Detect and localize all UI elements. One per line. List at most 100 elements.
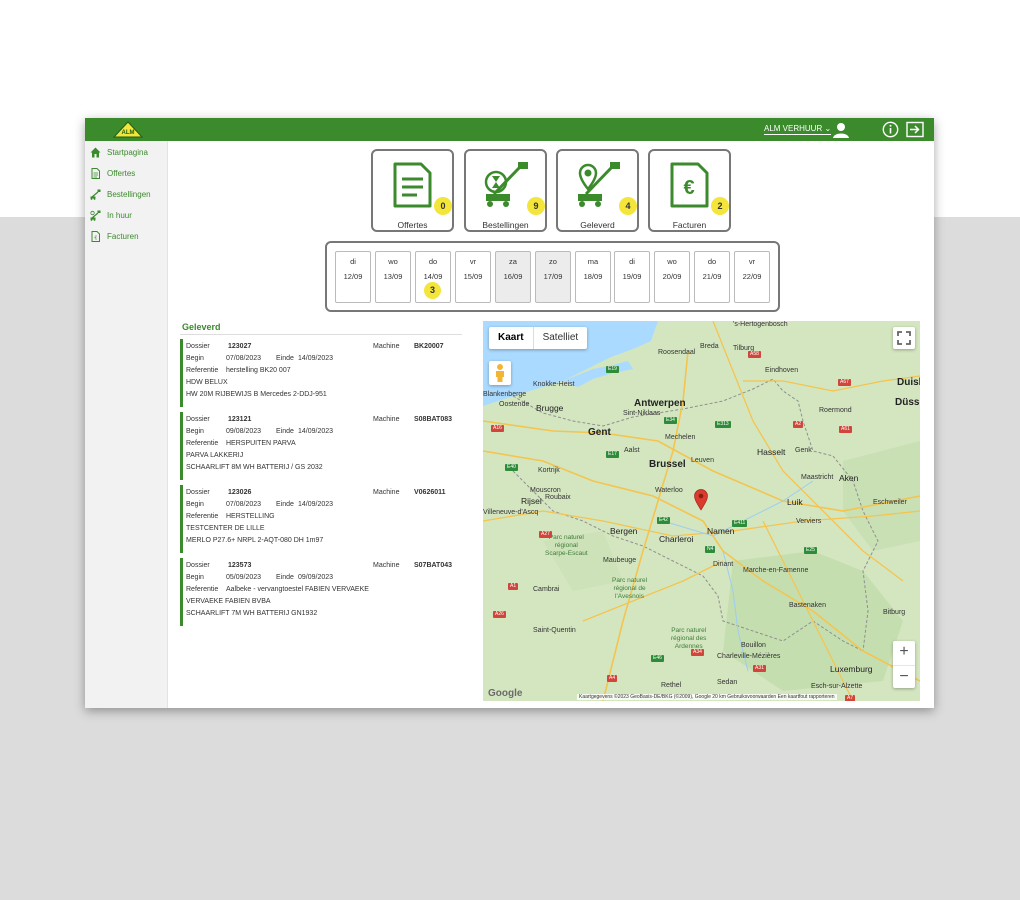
einde-value: 09/09/2023 [298, 574, 334, 581]
dossier-value: 123121 [228, 416, 252, 423]
calendar-date: 19/09 [622, 272, 642, 281]
map-label: Leuven [691, 457, 714, 464]
map-park-label: Parc naturel régional des Ardennes [671, 627, 707, 650]
delivery-entry[interactable]: Dossier 123121 Machine S08BAT083 Begin 0… [180, 412, 465, 480]
calendar-day[interactable]: zo 17/09 [535, 251, 571, 303]
einde-label: Einde [276, 574, 294, 581]
map-label: Mouscron [530, 487, 561, 494]
map-attribution[interactable]: Kaartgegevens ©2023 GeoBasis-DE/BKG (©20… [577, 694, 837, 700]
map-label: Charleroi [659, 534, 694, 544]
calendar-weekday: wo [667, 257, 677, 266]
map-road-shield: A16 [491, 425, 504, 432]
info-icon[interactable] [882, 121, 899, 138]
sidebar-item-offertes[interactable]: Offertes [85, 165, 167, 183]
calendar-day[interactable]: do 14/09 3 [415, 251, 451, 303]
street-view-button[interactable] [489, 361, 511, 385]
map-label: Saint-Quentin [533, 627, 576, 634]
map-label: Luik [787, 497, 803, 507]
referentie-label: Referentie [186, 367, 219, 374]
calendar-day[interactable]: di 12/09 [335, 251, 371, 303]
sidebar-item-label: In huur [107, 211, 132, 220]
map-label: Maubeuge [603, 557, 637, 564]
map-road-shield: A34 [691, 649, 704, 656]
machine-value: V0626011 [414, 489, 446, 496]
dossier-label: Dossier [186, 489, 210, 496]
user-icon[interactable] [832, 121, 850, 139]
map-label: Roosendaal [658, 349, 696, 356]
sidebar: Startpagina Offertes Bestellingen In huu… [85, 141, 168, 708]
sidebar-item-in-huur[interactable]: In huur [85, 207, 167, 225]
map-label: Eschweiler [873, 499, 907, 506]
referentie-value: Aalbeke - vervangtoestel FABIEN VERVAEKE [226, 586, 369, 593]
delivery-entry[interactable]: Dossier 123027 Machine BK20007 Begin 07/… [180, 339, 465, 407]
dossier-label: Dossier [186, 343, 210, 350]
calendar-day[interactable]: wo 13/09 [375, 251, 411, 303]
map-road-shield: E313 [715, 421, 731, 428]
delivery-entry[interactable]: Dossier 123026 Machine V0626011 Begin 07… [180, 485, 465, 553]
map-label: Genk [795, 447, 812, 454]
calendar-day[interactable]: vr 22/09 [734, 251, 770, 303]
calendar-date: 21/09 [702, 272, 722, 281]
home-icon [90, 147, 101, 158]
user-menu[interactable]: ALM VERHUUR ⌄ [764, 124, 832, 135]
calendar-day[interactable]: za 16/09 [495, 251, 531, 303]
machine-description: MERLO P27.6+ NRPL 2-AQT-080 DH 1m97 [186, 537, 324, 544]
map-road-shield: N4 [705, 546, 716, 553]
tile-geleverd[interactable]: 4 Geleverd [556, 149, 639, 232]
map-label: Kortrijk [538, 467, 560, 474]
tile-facturen[interactable]: € 2 Facturen [648, 149, 731, 232]
map-label: Cambrai [533, 586, 560, 593]
map-label: Breda [700, 343, 719, 350]
calendar-day[interactable]: di 19/09 [614, 251, 650, 303]
map-label: Dinant [713, 561, 734, 568]
begin-value: 09/08/2023 [226, 428, 262, 435]
map-road-shield: E25 [804, 547, 817, 554]
map-road-shield: E411 [732, 520, 748, 527]
calendar-day[interactable]: vr 15/09 [455, 251, 491, 303]
sidebar-item-facturen[interactable]: € Facturen [85, 228, 167, 246]
sidebar-item-label: Offertes [107, 169, 136, 178]
machine-description: HW 20M RIJBEWIJS B Mercedes 2-DDJ-951 [186, 391, 327, 398]
sidebar-item-bestellingen[interactable]: Bestellingen [85, 186, 167, 204]
fullscreen-button[interactable] [893, 327, 915, 349]
customer-name: TESTCENTER DE LILLE [186, 525, 265, 532]
calendar-day[interactable]: wo 20/09 [654, 251, 690, 303]
sidebar-item-label: Bestellingen [107, 190, 151, 199]
map-label: Aalst [624, 447, 640, 454]
map-type-kaart[interactable]: Kaart [489, 327, 534, 349]
sidebar-item-startpagina[interactable]: Startpagina [85, 144, 167, 162]
map-label: Roubaix [545, 494, 571, 501]
calendar-day[interactable]: ma 18/09 [575, 251, 611, 303]
zoom-in-button[interactable]: + [893, 641, 915, 663]
map-label: Esch-sur-Alzette [811, 683, 863, 690]
euro-invoice-icon: € [670, 162, 709, 208]
delivery-map[interactable]: Kaart Satelliet + − 's-Hertogenbosch Bred… [483, 321, 920, 701]
map-road-shield: A27 [539, 531, 552, 538]
google-logo: Google [488, 688, 523, 699]
map-type-satelliet[interactable]: Satelliet [534, 327, 588, 349]
map-label: Oostende [499, 401, 530, 408]
map-road-shield: A1 [508, 583, 519, 590]
calendar-day[interactable]: do 21/09 [694, 251, 730, 303]
map-label: Marche-en-Famenne [743, 567, 809, 574]
calendar-weekday: vr [469, 257, 477, 266]
map-road-shield: A7 [845, 695, 856, 701]
delivery-entry[interactable]: Dossier 123573 Machine S07BAT043 Begin 0… [180, 558, 465, 626]
map-pin-icon[interactable] [694, 489, 708, 511]
svg-text:€: € [683, 177, 694, 199]
svg-text:ALM: ALM [122, 130, 135, 136]
sidebar-item-label: Startpagina [107, 148, 148, 157]
machine-label: Machine [373, 416, 400, 423]
calendar-date: 17/09 [543, 272, 563, 281]
zoom-out-button[interactable]: − [893, 665, 915, 688]
alm-logo[interactable]: ALM [113, 121, 143, 138]
tile-offertes[interactable]: 0 Offertes [371, 149, 454, 232]
dossier-value: 123573 [228, 562, 252, 569]
map-label: Mechelen [665, 434, 696, 441]
map-label: Luxemburg [830, 664, 873, 674]
tile-bestellingen[interactable]: 9 Bestellingen [464, 149, 547, 232]
map-label: Brussel [649, 459, 686, 470]
lift-hourglass-icon [484, 162, 528, 207]
logout-icon[interactable] [906, 121, 924, 138]
calendar-weekday: di [629, 257, 635, 266]
